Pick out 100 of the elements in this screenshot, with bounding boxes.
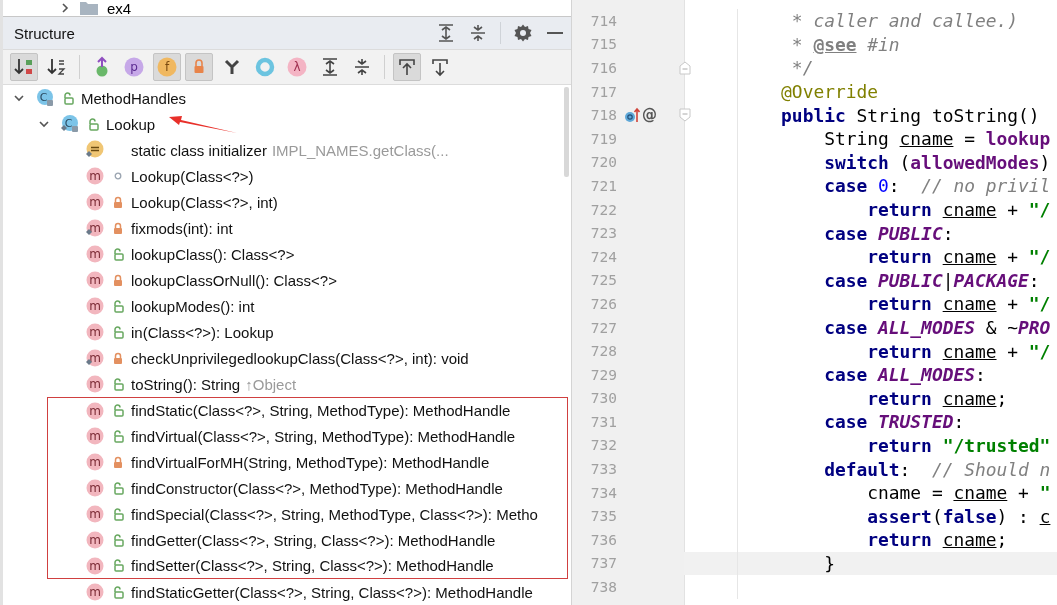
member-label: toString(): String (131, 375, 241, 393)
scrollbar-thumb[interactable] (564, 87, 569, 177)
tree-item[interactable]: m findVirtual(Class<?>, String, MethodType): MethodHandle (47, 423, 568, 449)
method-icon: m (85, 400, 105, 421)
line-number: 718 (589, 107, 617, 124)
member-label: lookupClassOrNull(): Class<?> (131, 271, 337, 289)
member-label: fixmods(int): int (131, 219, 233, 237)
line-number: 725 (589, 272, 617, 289)
tree-item[interactable]: m lookupModes(): int (3, 293, 571, 319)
line-number: 732 (589, 437, 617, 454)
tree-item[interactable]: m findGetter(Class<?>, String, Class<?>): MethodHandle (47, 527, 568, 553)
member-label: findVirtual(Class<?>, String, MethodType): MethodHandle (131, 427, 516, 445)
code-line: } (823, 552, 835, 574)
code-line: return cname + "/ (866, 246, 1051, 268)
line-number: 722 (589, 201, 617, 218)
tree-item[interactable]: m findStaticGetter(Class<?>, String, Class<?>): MethodHandle (3, 579, 571, 605)
line-number: 733 (589, 461, 617, 478)
code-line: String cname = lookup (823, 128, 1051, 150)
override-icon[interactable] (624, 106, 640, 125)
expand-all-icon[interactable] (436, 23, 456, 43)
line-number: 724 (589, 248, 617, 265)
fold-marker-icon[interactable] (679, 61, 691, 75)
code-line: switch (allowedModes) (823, 151, 1051, 173)
code-line: return cname; (866, 529, 1008, 551)
member-label: findSpecial(Class<?>, String, MethodType, Class<?>): Metho (131, 505, 538, 523)
method-icon: m (85, 452, 105, 472)
tree-item[interactable]: m findConstructor(Class<?>, MethodType): MethodHandle (47, 475, 568, 501)
line-number: 716 (589, 60, 617, 76)
member-detail: IMPL_NAMES.getClass(... (271, 141, 449, 159)
line-number: 720 (589, 154, 617, 171)
member-label: findConstructor(Class<?>, MethodType): MethodHandle (131, 479, 503, 497)
code-line: */ (790, 57, 814, 79)
method-icon: m (85, 555, 105, 576)
chevron-down-icon[interactable] (38, 118, 50, 130)
tree-item[interactable]: m checkUnprivilegedlookupClass(Class<?>, int): void (3, 345, 571, 371)
line-number: 717 (589, 83, 617, 100)
line-number: 736 (589, 531, 617, 548)
line-number: 714 (589, 12, 617, 29)
code-line: case TRUSTED: (823, 411, 965, 433)
annotation-marker[interactable]: @ (642, 106, 657, 125)
code-line: return cname + "/ (866, 199, 1051, 221)
code-line: * caller and callee.) (790, 10, 1019, 32)
method-icon: m (85, 192, 105, 212)
method-icon: m (85, 296, 105, 316)
method-icon: m (85, 582, 105, 602)
method-icon: m (85, 478, 105, 498)
tree-item[interactable]: m fixmods(int): int (3, 215, 571, 241)
tree-item[interactable]: m findSetter(Class<?>, String, Class<?>): MethodHandle (47, 553, 568, 579)
member-label: Lookup(Class<?>, int) (131, 193, 278, 211)
member-label: findSetter(Class<?>, String, Class<?>): MethodHandle (131, 557, 494, 574)
tree-item[interactable]: m lookupClassOrNull(): Class<?> (3, 267, 571, 293)
tree-item[interactable]: m in(Class<?>): Lookup (3, 319, 571, 345)
method-icon: m (85, 374, 105, 394)
tree-item[interactable]: static class initializer IMPL_NAMES.getClass(... (3, 137, 571, 163)
member-label: lookupModes(): int (131, 297, 255, 315)
member-label: MethodHandles (81, 89, 187, 107)
code-line: case PUBLIC|PACKAGE: (823, 269, 1040, 291)
line-number: 721 (589, 177, 617, 194)
line-number: 731 (589, 413, 617, 430)
settings-icon[interactable] (513, 23, 533, 43)
line-number: 726 (589, 295, 617, 312)
code-line: public String toString() (780, 104, 1040, 126)
class-icon: C (60, 114, 80, 134)
tree-item[interactable]: m lookupClass(): Class<?> (3, 241, 571, 267)
code-line: return cname + "/ (866, 293, 1051, 315)
code-line: @Override (780, 81, 879, 103)
line-number: 735 (589, 508, 617, 525)
panel-title: Structure (14, 24, 76, 42)
code-line: assert(false) : c (866, 505, 1051, 527)
code-line: cname = cname + " (866, 482, 1051, 504)
method-icon: m (85, 504, 105, 524)
chevron-right-icon[interactable] (59, 2, 71, 14)
collapse-all-icon[interactable] (468, 23, 488, 43)
fold-marker-icon[interactable] (679, 108, 691, 123)
method-icon: m (85, 270, 105, 290)
tree-item[interactable]: m toString(): String ↑Object (3, 371, 571, 397)
tree-item[interactable]: m findSpecial(Class<?>, String, MethodType, Class<?>): Metho (47, 501, 568, 527)
sort-alphabetically-icon (45, 56, 68, 78)
tree-item[interactable]: m findVirtualForMH(String, MethodType): MethodHandle (47, 449, 568, 475)
chevron-down-icon[interactable] (13, 92, 25, 104)
line-number: 729 (589, 366, 617, 383)
tree-item[interactable]: C MethodHandles (3, 85, 571, 111)
tree-item[interactable]: m Lookup(Class<?>, int) (3, 189, 571, 215)
code-line: case 0: // no privil (823, 175, 1051, 197)
line-number: 727 (589, 319, 617, 336)
tree-item[interactable]: m Lookup(Class<?>) (3, 163, 571, 189)
member-label: static class initializer (131, 141, 267, 159)
line-number: 738 (589, 579, 617, 596)
member-label: checkUnprivilegedlookupClass(Class<?>, int): void (131, 349, 469, 367)
member-label: findGetter(Class<?>, String, Class<?>): MethodHandle (131, 531, 496, 549)
class-icon: C (35, 88, 55, 108)
method-icon: m (85, 244, 105, 264)
sort-by-visibility-button[interactable] (10, 53, 38, 81)
method-icon: m (85, 530, 105, 550)
code-line: default: // Should n (823, 458, 1051, 480)
tree-item[interactable]: m findStatic(Class<?>, String, MethodType): MethodHandle (47, 397, 568, 423)
code-line: case ALL_MODES: (823, 364, 986, 386)
tree-item[interactable]: C Lookup (3, 111, 571, 137)
line-number: 728 (589, 343, 617, 360)
autoscroll-to-source-button[interactable] (393, 53, 422, 81)
